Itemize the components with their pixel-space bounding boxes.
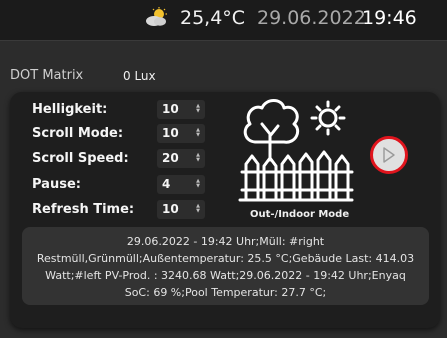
- pause-stepper[interactable]: 4 ▲ ▼: [157, 175, 205, 194]
- current-date: 29.06.2022: [257, 7, 366, 29]
- lux-value: 0 Lux: [123, 69, 156, 83]
- scroll-speed-stepper[interactable]: 20 ▲ ▼: [157, 149, 205, 168]
- partly-cloudy-icon: [146, 7, 167, 26]
- pause-label: Pause:: [32, 177, 81, 192]
- message-preview: 29.06.2022 - 19:42 Uhr;Müll: #right Rest…: [22, 227, 429, 305]
- refresh-time-label: Refresh Time:: [32, 202, 135, 217]
- brightness-label: Helligkeit:: [32, 102, 108, 117]
- house-tree-sun-icon[interactable]: [236, 94, 356, 202]
- dot-matrix-panel: Helligkeit: 10 ▲ ▼ Scroll Mode: 10 ▲ ▼ Scr…: [10, 92, 440, 328]
- play-button[interactable]: [370, 136, 408, 174]
- outdoor-temperature: 25,4°C: [180, 7, 246, 29]
- message-line: Restmüll,Grünmüll;Außentemperatur: 25.5 …: [36, 252, 415, 265]
- mode-caption: Out-/Indoor Mode: [250, 209, 350, 220]
- brightness-stepper[interactable]: 10 ▲ ▼: [157, 100, 205, 119]
- message-line: SoC: 69 %;Pool Temperatur: 27.7 °C;: [124, 286, 327, 299]
- scroll-mode-label: Scroll Mode:: [32, 126, 124, 141]
- top-bar: 25,4°C 29.06.2022 19:46: [0, 0, 447, 41]
- stepper-arrows-icon[interactable]: ▲ ▼: [195, 128, 201, 139]
- scroll-mode-stepper[interactable]: 10 ▲ ▼: [157, 124, 205, 143]
- stepper-arrows-icon[interactable]: ▲ ▼: [195, 204, 201, 215]
- section-title: DOT Matrix: [10, 68, 84, 83]
- stepper-arrows-icon[interactable]: ▲ ▼: [195, 153, 201, 164]
- refresh-time-stepper[interactable]: 10 ▲ ▼: [157, 200, 205, 219]
- stepper-arrows-icon[interactable]: ▲ ▼: [195, 104, 201, 115]
- stepper-arrows-icon[interactable]: ▲ ▼: [195, 179, 201, 190]
- play-icon: [383, 147, 395, 163]
- message-line: Watt;#left PV-Prod. : 3240.68 Watt;29.06…: [45, 269, 406, 282]
- message-line: 29.06.2022 - 19:42 Uhr;Müll: #right: [126, 235, 325, 248]
- current-time: 19:46: [362, 7, 417, 29]
- scroll-speed-label: Scroll Speed:: [32, 151, 129, 166]
